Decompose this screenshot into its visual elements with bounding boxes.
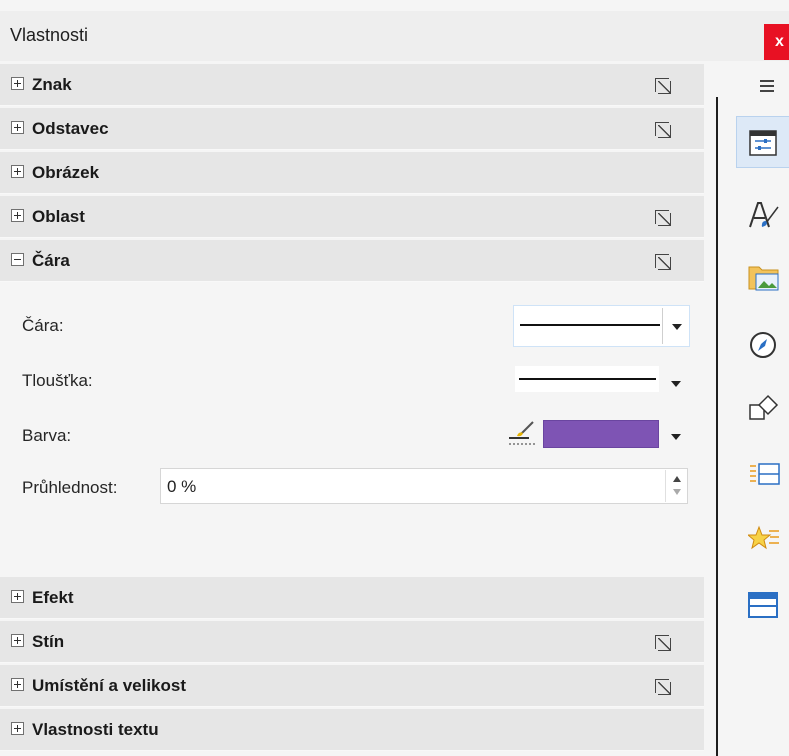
animation-icon <box>748 525 779 550</box>
close-button[interactable]: x <box>764 24 789 60</box>
tab-properties[interactable] <box>736 116 789 168</box>
section-text-properties[interactable]: Vlastnosti textu <box>0 709 704 751</box>
expand-icon[interactable] <box>11 165 24 178</box>
more-options-icon[interactable] <box>655 635 671 651</box>
hamburger-menu-icon[interactable] <box>760 80 774 92</box>
line-style-dropdown[interactable] <box>513 305 690 347</box>
chevron-down-icon[interactable] <box>671 381 681 387</box>
expand-icon[interactable] <box>11 77 24 90</box>
shapes-icon <box>749 394 779 420</box>
section-label: Znak <box>32 75 72 94</box>
slide-transition-icon <box>750 463 780 485</box>
expand-icon[interactable] <box>11 722 24 735</box>
properties-icon <box>749 130 777 156</box>
section-cara[interactable]: Čára <box>0 240 704 282</box>
tab-master-slides[interactable] <box>736 578 789 630</box>
close-icon: x <box>775 33 784 50</box>
section-oblast[interactable]: Oblast <box>0 196 704 238</box>
tab-styles[interactable] <box>736 188 789 240</box>
tab-slide-transition[interactable] <box>736 448 789 500</box>
expand-icon[interactable] <box>11 209 24 222</box>
panel-title: Vlastnosti <box>10 25 89 45</box>
spin-down-icon[interactable] <box>673 489 681 495</box>
more-options-icon[interactable] <box>655 679 671 695</box>
line-color-label: Barva: <box>22 426 72 445</box>
chevron-down-icon[interactable] <box>671 434 681 440</box>
more-options-icon[interactable] <box>655 210 671 226</box>
more-options-icon[interactable] <box>655 78 671 94</box>
spin-buttons[interactable] <box>665 470 687 502</box>
tab-shapes[interactable] <box>736 382 789 434</box>
line-style-label: Čára: <box>22 316 64 335</box>
navigator-icon <box>750 332 776 358</box>
tab-gallery[interactable] <box>736 250 789 302</box>
section-label: Umístění a velikost <box>32 676 187 695</box>
master-slides-icon <box>748 592 778 618</box>
transparency-label: Průhlednost: <box>22 478 118 497</box>
expand-icon[interactable] <box>11 590 24 603</box>
section-label: Stín <box>32 632 65 651</box>
section-label: Obrázek <box>32 163 100 182</box>
expand-icon[interactable] <box>11 121 24 134</box>
section-znak[interactable]: Znak <box>0 64 704 106</box>
line-width-dropdown[interactable] <box>515 366 659 392</box>
paint-brush-icon[interactable] <box>507 418 537 446</box>
tabbar-separator <box>716 97 718 756</box>
expand-icon[interactable] <box>11 634 24 647</box>
section-label: Odstavec <box>32 119 109 138</box>
chevron-down-icon[interactable] <box>672 324 682 330</box>
line-style-preview <box>520 324 660 326</box>
section-label: Oblast <box>32 207 85 226</box>
spin-up-icon[interactable] <box>673 476 681 482</box>
line-width-preview <box>519 378 656 380</box>
section-stin[interactable]: Stín <box>0 621 704 663</box>
section-obrazek[interactable]: Obrázek <box>0 152 704 194</box>
collapse-icon[interactable] <box>11 253 24 266</box>
expand-icon[interactable] <box>11 678 24 691</box>
transparency-value[interactable]: 0 % <box>167 477 196 497</box>
section-efekt[interactable]: Efekt <box>0 577 704 619</box>
line-color-swatch[interactable] <box>543 420 659 448</box>
dropdown-divider <box>662 308 663 344</box>
section-position-size[interactable]: Umístění a velikost <box>0 665 704 707</box>
tab-animation[interactable] <box>736 512 789 564</box>
panel-titlebar: Vlastnosti <box>0 11 789 61</box>
gallery-icon <box>748 266 779 291</box>
section-label: Efekt <box>32 588 74 607</box>
line-width-label: Tloušťka: <box>22 371 93 390</box>
section-odstavec[interactable]: Odstavec <box>0 108 704 150</box>
tab-navigator[interactable] <box>736 318 789 370</box>
more-options-icon[interactable] <box>655 254 671 270</box>
styles-icon <box>749 202 779 228</box>
more-options-icon[interactable] <box>655 122 671 138</box>
section-label: Vlastnosti textu <box>32 720 159 739</box>
transparency-spinfield[interactable]: 0 % <box>160 468 688 504</box>
section-label: Čára <box>32 251 70 270</box>
